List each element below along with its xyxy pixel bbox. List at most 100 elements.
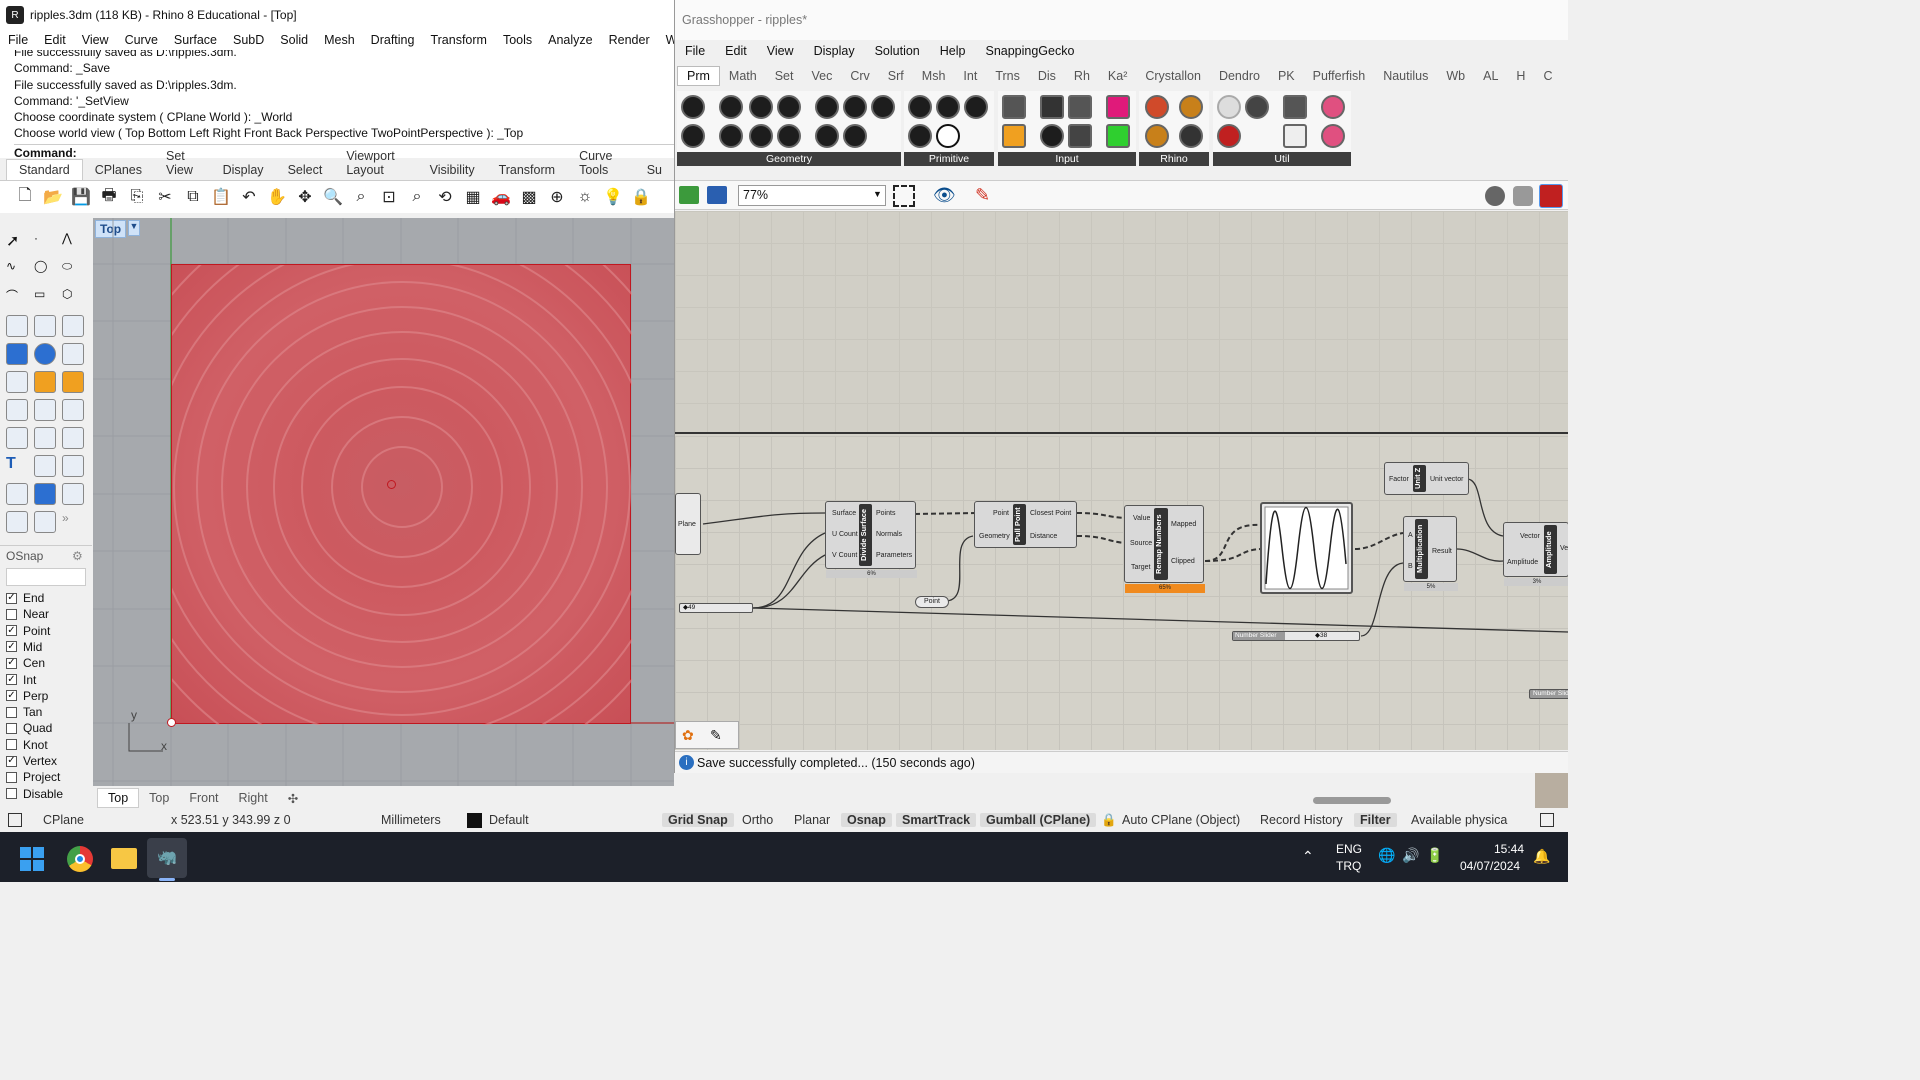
extrude-icon[interactable] (62, 315, 84, 337)
amplitude-component[interactable]: Vector Amplitude Amplitude Ve 3% (1503, 522, 1568, 586)
tray-chevron-icon[interactable]: ⌃ (1302, 848, 1314, 865)
language-trq[interactable]: TRQ (1336, 859, 1361, 873)
layer-color-swatch[interactable] (467, 813, 482, 828)
component-icon[interactable] (681, 95, 705, 119)
group-label[interactable]: Util (1213, 152, 1351, 166)
gh-tab-18[interactable]: AL (1474, 67, 1507, 85)
tab-surface-tools[interactable]: Su (635, 160, 674, 180)
box-icon[interactable] (6, 343, 28, 365)
canvas-corner-widget[interactable]: ✿ ✎ (675, 721, 739, 749)
input-factor[interactable]: Factor (1389, 476, 1409, 483)
checkbox-icon[interactable] (6, 722, 17, 734)
panel-toggle-icon[interactable] (8, 813, 22, 827)
input-v-count[interactable]: V Count (832, 552, 857, 559)
file-explorer-icon[interactable] (111, 848, 137, 869)
osnap-point[interactable]: ✓ Point (6, 624, 50, 638)
component-icon[interactable] (1002, 95, 1026, 119)
gh-menu-snappinggecko[interactable]: SnappingGecko (975, 44, 1084, 58)
viewport-tab-top[interactable]: Top (139, 789, 179, 807)
gh-tab-12[interactable]: Crystallon (1136, 67, 1210, 85)
viewport-tab-top-active[interactable]: Top (97, 788, 140, 808)
grid-snap-toggle[interactable]: Grid Snap (662, 813, 734, 827)
checkbox-icon[interactable]: ✓ (6, 641, 17, 653)
gh-menu-edit[interactable]: Edit (715, 44, 757, 58)
filter-toggle[interactable]: Filter (1354, 813, 1397, 827)
block-icon[interactable] (34, 483, 56, 505)
output-mapped[interactable]: Mapped (1171, 521, 1196, 528)
tab-display[interactable]: Display (211, 160, 276, 180)
menu-tools[interactable]: Tools (495, 33, 540, 47)
gh-tab-17[interactable]: Wb (1437, 67, 1474, 85)
arrow-right-icon[interactable] (1283, 95, 1307, 119)
component-icon[interactable] (1106, 124, 1130, 148)
pan-hand-icon[interactable]: ✋ (266, 186, 288, 208)
multiplication-component[interactable]: A B Multiplication Result 5% (1403, 516, 1458, 591)
menu-edit[interactable]: Edit (36, 33, 74, 47)
new-file-icon[interactable]: 🗋 (14, 186, 36, 208)
osnap-near[interactable]: Near (6, 607, 49, 621)
gh-tab-19[interactable]: H (1507, 67, 1534, 85)
gumball-icon[interactable] (34, 511, 56, 533)
settings-icon[interactable]: ⚙ (72, 549, 83, 563)
osnap-filter-tab[interactable] (6, 568, 86, 586)
pull-point-component[interactable]: Point Geometry Pull Point Closest Point … (974, 501, 1077, 548)
menu-transform[interactable]: Transform (422, 33, 495, 47)
analyze-icon[interactable] (62, 483, 84, 505)
lock-icon[interactable]: 🔒 (1101, 813, 1117, 828)
scale-icon[interactable] (34, 455, 56, 477)
gh-tab-0[interactable]: Prm (677, 66, 720, 86)
zoom-dropdown-icon[interactable]: ▼ (873, 189, 882, 199)
number-slider-partial[interactable]: Number Slid (1529, 689, 1568, 699)
menu-analyze[interactable]: Analyze (540, 33, 600, 47)
star-icon[interactable]: ☼ (574, 186, 596, 208)
input-source[interactable]: Source (1130, 540, 1152, 547)
surface-icon[interactable] (34, 315, 56, 337)
tab-transform[interactable]: Transform (487, 160, 568, 180)
osnap-mid[interactable]: ✓ Mid (6, 640, 42, 654)
component-icon[interactable] (681, 124, 705, 148)
component-icon[interactable] (815, 124, 839, 148)
component-icon[interactable] (749, 124, 773, 148)
notification-bell-icon[interactable]: 🔔 (1533, 848, 1550, 865)
number-slider-38[interactable]: Number Slider ◆38 (1232, 631, 1360, 641)
checkbox-icon[interactable]: ✓ (6, 625, 17, 637)
dimension-icon[interactable] (6, 399, 28, 421)
component-icon[interactable] (1145, 95, 1169, 119)
input-surface[interactable]: Surface (832, 510, 856, 517)
rhino-taskbar-icon[interactable]: 🦏 (147, 838, 187, 878)
input-u-count[interactable]: U Count (832, 531, 858, 538)
input-target[interactable]: Target (1131, 564, 1150, 571)
explode-icon[interactable] (34, 371, 56, 393)
output-distance[interactable]: Distance (1030, 533, 1057, 540)
flask-icon[interactable] (1321, 124, 1345, 148)
osnap-end[interactable]: ✓ End (6, 591, 44, 605)
cherry-icon[interactable] (1217, 124, 1241, 148)
ortho-toggle[interactable]: Ortho (742, 813, 773, 827)
rhino-horizontal-scrollbar[interactable] (1305, 773, 1535, 808)
tab-viewport-layout[interactable]: Viewport Layout (334, 146, 417, 180)
group-label[interactable]: Geometry (677, 152, 901, 166)
component-icon[interactable] (964, 95, 988, 119)
component-icon[interactable] (1068, 95, 1092, 119)
output-result[interactable]: Result (1432, 548, 1452, 555)
component-icon[interactable] (1002, 124, 1026, 148)
divide-surface-component[interactable]: Surface U Count V Count Divide Surface P… (825, 501, 917, 578)
group-label[interactable]: Primitive (904, 152, 994, 166)
remap-numbers-component[interactable]: Value Source Target Remap Numbers Mapped… (1124, 505, 1205, 593)
car-render-icon[interactable]: 🚗 (490, 186, 512, 208)
spark-icon[interactable] (62, 371, 84, 393)
sidebar-toggle-icon[interactable] (1540, 813, 1554, 827)
gh-tab-14[interactable]: PK (1269, 67, 1304, 85)
output-closest-point[interactable]: Closest Point (1030, 510, 1071, 517)
snap-icon[interactable]: ⊕ (546, 186, 568, 208)
wire-preview-icon[interactable] (1513, 186, 1533, 206)
language-eng[interactable]: ENG (1336, 842, 1362, 856)
point-icon[interactable]: · (34, 231, 56, 253)
component-icon[interactable] (843, 124, 867, 148)
component-icon[interactable] (815, 95, 839, 119)
osnap-tan[interactable]: Tan (6, 705, 42, 719)
component-icon[interactable] (1068, 124, 1092, 148)
curve-icon[interactable]: ∿ (6, 259, 28, 281)
polygon-icon[interactable]: ⬡ (62, 287, 84, 309)
menu-drafting[interactable]: Drafting (363, 33, 423, 47)
